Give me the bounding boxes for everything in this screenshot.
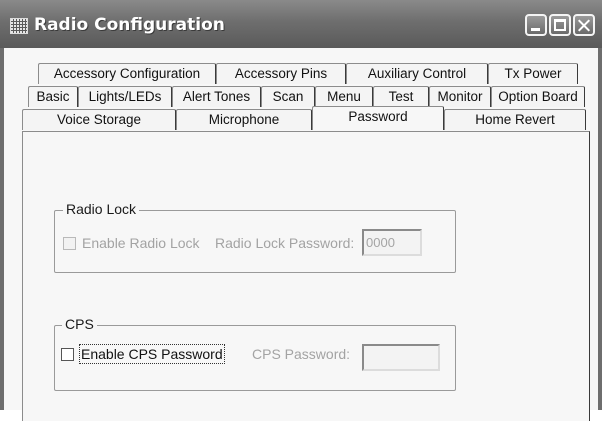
tab-monitor[interactable]: Monitor (429, 86, 491, 107)
tab-voice-storage[interactable]: Voice Storage (22, 109, 176, 130)
title-bar[interactable]: Radio Configuration (0, 0, 602, 49)
tab-basic[interactable]: Basic (28, 86, 78, 107)
tab-tx-power[interactable]: Tx Power (488, 63, 578, 84)
window-title: Radio Configuration (34, 15, 225, 35)
tab-auxiliary-control[interactable]: Auxiliary Control (346, 63, 488, 84)
cps-group-label: CPS (62, 316, 97, 332)
radio-lock-group-label: Radio Lock (63, 201, 140, 217)
radio-lock-password-label: Radio Lock Password: (215, 235, 355, 251)
app-grid-icon (10, 18, 28, 34)
enable-radio-lock-label: Enable Radio Lock (82, 235, 200, 251)
tab-password[interactable]: Password (312, 106, 444, 130)
tab-microphone[interactable]: Microphone (176, 109, 312, 130)
minimize-button[interactable] (525, 14, 547, 36)
enable-radio-lock-checkbox[interactable] (63, 237, 76, 250)
tab-accessory-pins[interactable]: Accessory Pins (216, 63, 346, 84)
tab-accessory-configuration[interactable]: Accessory Configuration (38, 63, 216, 84)
cps-password-label: CPS Password: (252, 346, 351, 362)
tab-alert-tones[interactable]: Alert Tones (172, 86, 261, 107)
window-frame-right (598, 48, 602, 410)
enable-cps-password-checkbox[interactable] (61, 348, 74, 361)
tab-test[interactable]: Test (373, 86, 429, 107)
tab-lights-leds[interactable]: Lights/LEDs (78, 86, 172, 107)
cps-password-input[interactable] (362, 344, 440, 371)
window-frame-left (0, 48, 4, 410)
tab-option-board[interactable]: Option Board (491, 86, 585, 107)
maximize-button[interactable] (549, 14, 571, 36)
enable-cps-password-label[interactable]: Enable CPS Password (79, 344, 225, 364)
tab-menu[interactable]: Menu (315, 86, 373, 107)
radio-lock-password-input[interactable] (362, 229, 422, 256)
tab-home-revert[interactable]: Home Revert (444, 109, 586, 130)
tab-scan[interactable]: Scan (261, 86, 315, 107)
close-button[interactable] (573, 14, 595, 36)
